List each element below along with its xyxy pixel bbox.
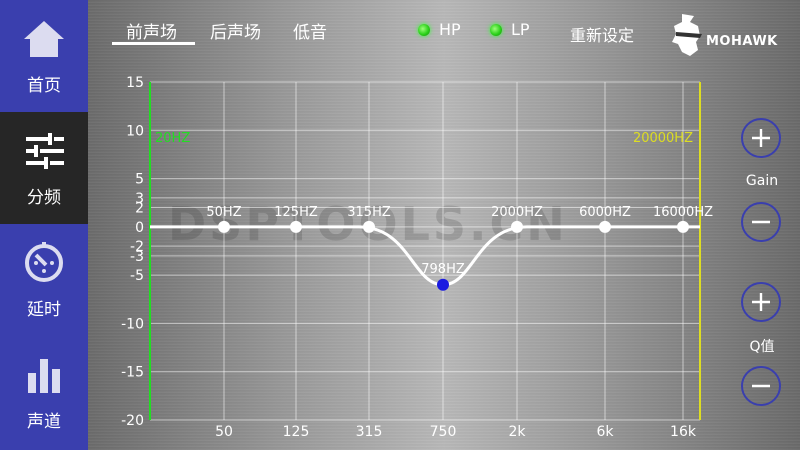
q-label: Q值 (749, 339, 775, 355)
eq-band-label: 6000HZ (579, 205, 631, 220)
minus-icon (752, 384, 770, 388)
x-tick-label: 125 (283, 424, 310, 440)
eq-chart[interactable]: DSPTOOLS.CN15105320-2-3-5-10-15-20501253… (88, 0, 800, 450)
y-tick-label: 2 (135, 201, 144, 217)
x-tick-label: 750 (430, 424, 457, 440)
timer-icon (25, 241, 63, 282)
sidebar-item-label: 延时 (27, 299, 61, 320)
y-tick-label: 5 (135, 172, 144, 188)
gain-decrease-button[interactable] (741, 202, 781, 242)
sidebar-item-label: 声道 (27, 411, 61, 432)
sidebar-item-label: 分频 (27, 187, 61, 208)
sidebar-item-home[interactable]: 首页 (0, 0, 88, 112)
main-panel: 前声场 后声场 低音 HP LP 重新设定 MOHAWK DSPTOOLS.CN… (88, 0, 800, 450)
eq-band-point[interactable] (599, 220, 611, 233)
sidebar-item-channel[interactable]: 声道 (0, 336, 88, 448)
sliders-icon (26, 132, 64, 169)
hp-freq-label: 20HZ (155, 131, 190, 146)
home-icon (24, 20, 64, 57)
plus-icon (752, 129, 770, 147)
eq-band-label: 125HZ (274, 205, 318, 220)
gain-label: Gain (745, 173, 779, 189)
gain-increase-button[interactable] (741, 118, 781, 158)
eq-band-label: 798HZ (421, 262, 465, 277)
eq-band-label: 50HZ (206, 205, 241, 220)
sidebar-item-delay[interactable]: 延时 (0, 224, 88, 336)
y-tick-label: 10 (126, 123, 144, 139)
y-tick-label: -5 (130, 268, 144, 284)
eq-band-label: 16000HZ (653, 205, 713, 220)
plus-icon (752, 293, 770, 311)
x-tick-label: 16k (670, 424, 697, 440)
sidebar-item-crossover[interactable]: 分频 (0, 112, 88, 224)
eq-band-point[interactable] (290, 220, 302, 233)
x-tick-label: 315 (356, 424, 383, 440)
y-tick-label: 15 (126, 75, 144, 91)
eq-band-point[interactable] (363, 220, 375, 233)
y-tick-label: 0 (135, 220, 144, 236)
eq-band-point[interactable] (437, 278, 449, 291)
y-tick-label: -3 (130, 249, 144, 265)
lp-freq-label: 20000HZ (633, 131, 693, 146)
bars-icon (28, 358, 60, 393)
q-increase-button[interactable] (741, 282, 781, 322)
q-decrease-button[interactable] (741, 366, 781, 406)
sidebar-item-label: 首页 (27, 75, 61, 96)
eq-band-point[interactable] (677, 220, 689, 233)
sidebar: 首页 分频 延时 声道 (0, 0, 88, 450)
x-tick-label: 6k (596, 424, 614, 440)
y-tick-label: -20 (121, 413, 144, 429)
eq-band-point[interactable] (218, 220, 230, 233)
x-tick-label: 2k (508, 424, 526, 440)
minus-icon (752, 220, 770, 224)
eq-band-label: 315HZ (347, 205, 391, 220)
eq-band-point[interactable] (511, 220, 523, 233)
y-tick-label: -10 (121, 316, 144, 332)
x-tick-label: 50 (215, 424, 233, 440)
y-tick-label: -15 (121, 365, 144, 381)
eq-band-label: 2000HZ (491, 205, 543, 220)
